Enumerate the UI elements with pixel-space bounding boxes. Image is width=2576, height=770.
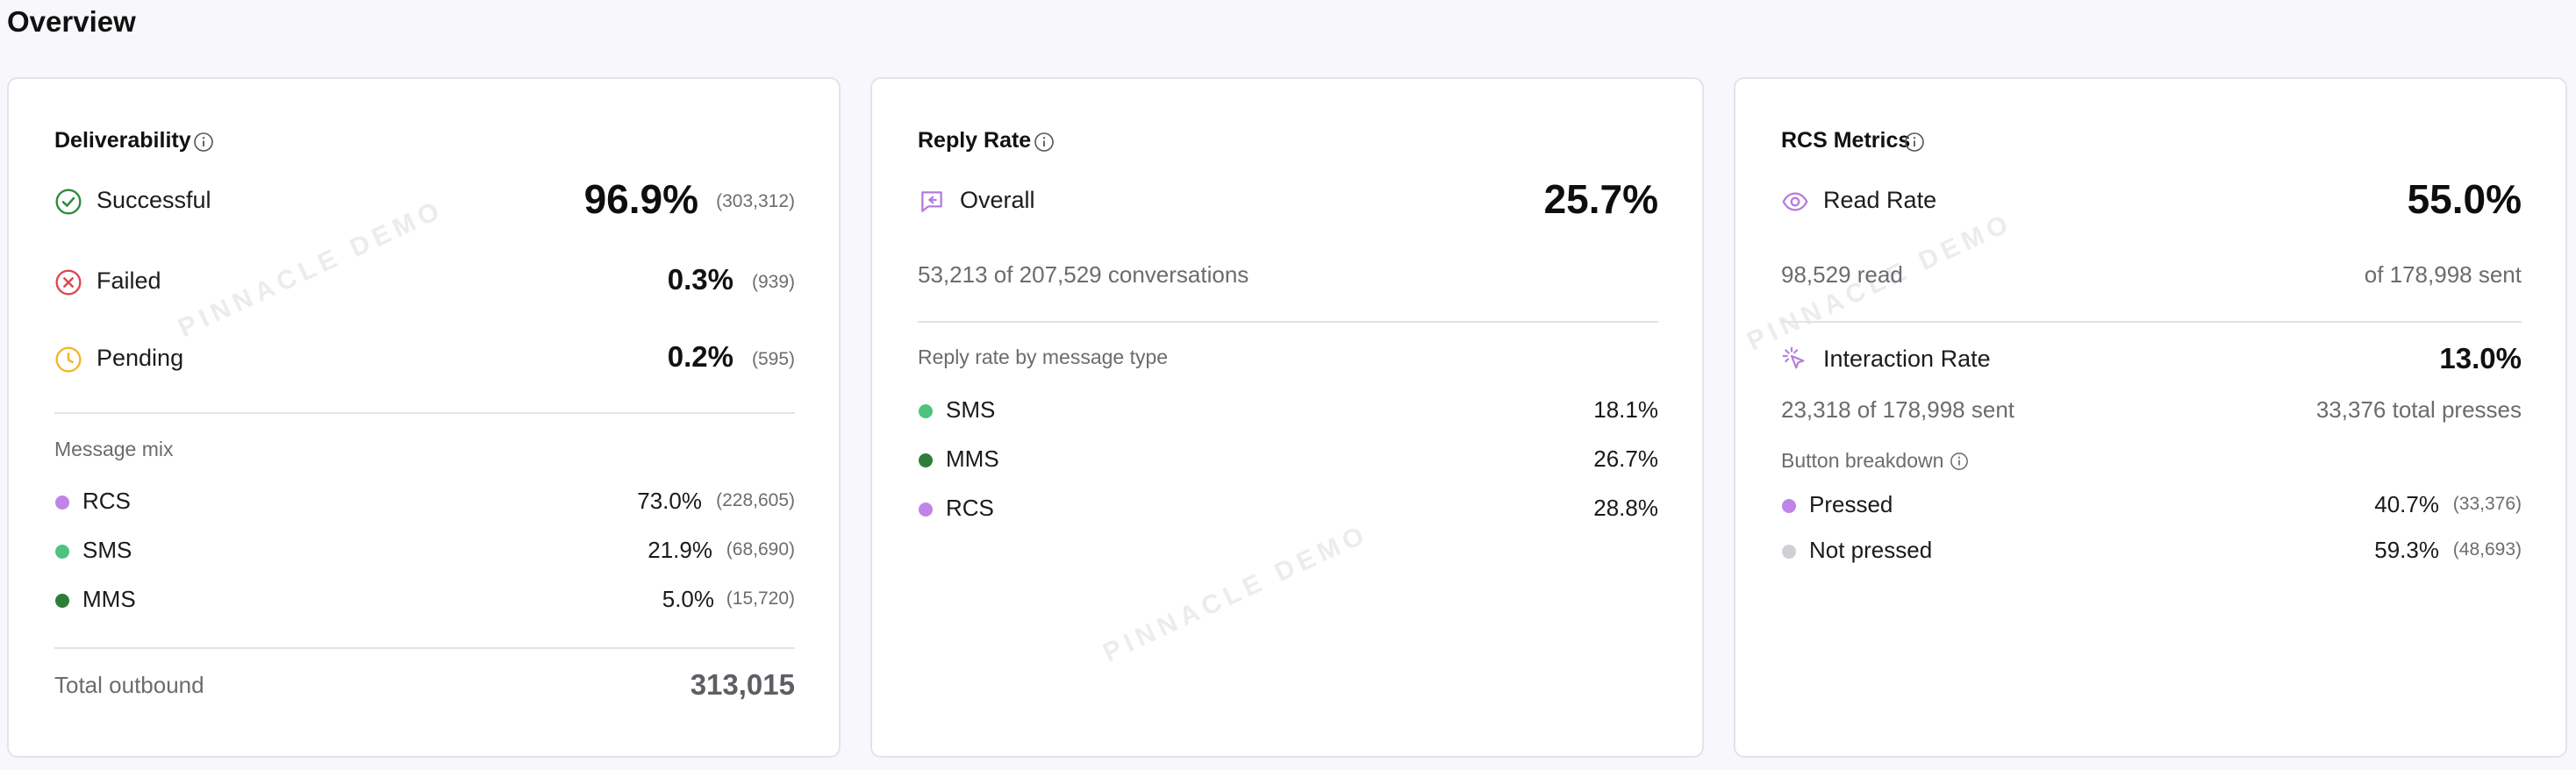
mms-dot [55,594,69,608]
info-icon[interactable] [1950,452,1969,471]
watermark: PINNACLE DEMO [1098,518,1374,668]
not-pressed-count: (48,693) [2452,539,2522,560]
reply-by-type-label: Reply rate by message type [918,346,1169,368]
type-rcs-label: RCS [946,495,994,521]
type-mms-pct: 26.7% [1593,446,1658,472]
interaction-presses: 33,376 total presses [2315,396,2522,423]
check-circle-icon [55,189,82,215]
conversations-text: 53,213 of 207,529 conversations [918,261,1249,288]
not-pressed-pct: 59.3% [2374,537,2439,563]
mix-mms-pct: 5.0% [662,586,714,612]
button-breakdown-label: Button breakdown [1781,449,1944,472]
type-sms-pct: 18.1% [1593,396,1658,423]
pressed-count: (33,376) [2452,494,2522,514]
successful-count: (303,312) [716,191,795,211]
mix-rcs-pct: 73.0% [637,488,702,514]
mix-mms-label: MMS [82,586,136,612]
successful-pct: 96.9% [583,176,698,222]
failed-count: (939) [751,272,795,292]
not-pressed-label: Not pressed [1809,537,1933,563]
type-mms-label: MMS [946,446,999,472]
rcs-metrics-title: RCS Metrics [1781,128,1911,153]
eye-icon [1782,192,1808,211]
rcs-dot [919,503,933,517]
info-icon[interactable] [1904,132,1925,153]
type-rcs-pct: 28.8% [1593,495,1658,521]
divider [54,647,795,649]
not-pressed-dot [1782,545,1796,559]
divider [54,412,795,414]
read-rate-label: Read Rate [1823,187,1937,213]
pending-label: Pending [97,345,184,371]
info-icon[interactable] [1034,132,1055,153]
total-outbound-label: Total outbound [54,672,204,698]
clock-icon [55,346,82,373]
total-outbound-value: 313,015 [690,668,795,701]
mms-dot [919,453,933,467]
interaction-rate-label: Interaction Rate [1823,346,1991,372]
failed-pct: 0.3% [667,263,733,296]
deliverability-title: Deliverability [54,128,191,153]
mix-sms-label: SMS [82,537,132,563]
divider [918,321,1658,323]
mix-rcs-label: RCS [82,488,131,514]
sms-dot [919,404,933,418]
sms-dot [55,545,69,559]
message-mix-label: Message mix [54,438,174,460]
rcs-dot [55,496,69,510]
pressed-dot [1782,499,1796,513]
reply-rate-card: PINNACLE DEMO Reply Rate Overall 25.7% 5… [870,77,1704,758]
cursor-click-icon [1782,346,1805,369]
interaction-rate-value: 13.0% [2439,342,2522,374]
overall-label: Overall [960,187,1035,213]
read-rate-value: 55.0% [2407,176,2522,222]
info-icon[interactable] [193,132,214,153]
deliverability-card: PINNACLE DEMO Deliverability Successful … [7,77,841,758]
overview-page: Overview PINNACLE DEMO Deliverability Su… [0,0,2576,770]
mix-sms-pct: 21.9% [648,537,712,563]
read-of-sent: of 178,998 sent [2364,261,2522,288]
reply-message-icon [921,191,942,212]
pressed-pct: 40.7% [2374,491,2439,517]
pending-pct: 0.2% [667,340,733,373]
divider [1781,321,2522,323]
pending-count: (595) [751,349,795,369]
reply-rate-title: Reply Rate [918,128,1032,153]
failed-label: Failed [97,267,161,294]
page-title: Overview [7,5,136,38]
watermark: PINNACLE DEMO [174,194,449,344]
type-sms-label: SMS [946,396,996,423]
successful-label: Successful [97,187,211,213]
pressed-label: Pressed [1809,491,1893,517]
mix-mms-count: (15,720) [726,588,795,609]
mix-rcs-count: (228,605) [716,490,795,510]
overall-value: 25.7% [1543,176,1658,222]
interaction-count: 23,318 of 178,998 sent [1781,396,2015,423]
mix-sms-count: (68,690) [726,539,795,560]
read-count: 98,529 read [1781,261,1903,288]
rcs-metrics-card: PINNACLE DEMO RCS Metrics Read Rate 55.0… [1734,77,2567,758]
x-circle-icon [55,269,82,296]
